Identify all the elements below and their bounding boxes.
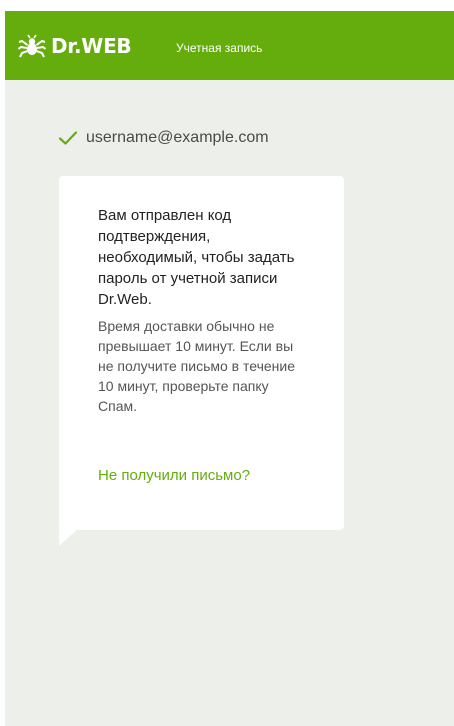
header-bar: Dr.WEB Учетная запись [5, 11, 454, 80]
spider-logo-icon [18, 34, 46, 58]
app-window: Dr.WEB Учетная запись username@example.c… [5, 11, 454, 726]
account-email: username@example.com [86, 129, 269, 146]
resend-email-link[interactable]: Не получили письмо? [98, 466, 250, 486]
check-icon [58, 131, 78, 145]
header-title: Учетная запись [176, 41, 263, 55]
message-main-text: Вам отправлен код подтверждения, необход… [98, 207, 295, 308]
account-row: username@example.com [58, 126, 269, 150]
message-card: Вам отправлен код подтверждения, необход… [59, 176, 344, 530]
message-delivery-note: Время доставки обычно не превышает 10 ми… [98, 318, 295, 414]
message-card-tail [59, 528, 79, 546]
brand-name: Dr.WEB [51, 34, 132, 58]
